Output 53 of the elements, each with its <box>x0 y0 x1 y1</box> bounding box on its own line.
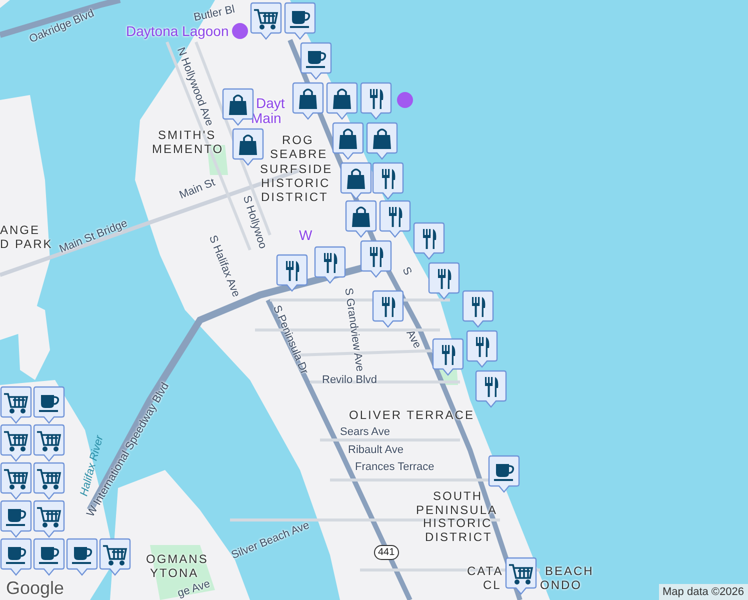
street-label: Sears Ave <box>340 426 390 438</box>
neighborhood-label: PENINSULA <box>416 504 498 518</box>
google-logo[interactable]: Google <box>6 578 64 598</box>
attraction-pin-icon[interactable] <box>397 92 413 108</box>
street-label: Revilo Blvd <box>322 374 378 386</box>
fork-knife-marker-icon[interactable] <box>462 290 494 328</box>
shopping-bag-marker-icon[interactable] <box>366 122 398 160</box>
place-label: W <box>299 228 312 244</box>
street-label: Main St <box>178 176 217 202</box>
street-label: S Grandview Ave <box>342 287 366 372</box>
neighborhood-label: ANGE <box>0 224 40 238</box>
fork-knife-marker-icon[interactable] <box>428 262 460 300</box>
shopping-bag-marker-icon[interactable] <box>326 82 358 120</box>
neighborhood-label: ROG <box>282 134 314 148</box>
neighborhood-label: MEMENTO <box>152 143 224 156</box>
street-label: ge Ave <box>176 578 212 600</box>
street-label: Ribault Ave <box>348 444 404 456</box>
fork-knife-marker-icon[interactable] <box>475 370 507 408</box>
street-label: Butler Bl <box>192 4 236 24</box>
fork-knife-marker-icon[interactable] <box>466 330 498 368</box>
map-attribution[interactable]: Map data ©2026 <box>658 584 748 600</box>
place-label: Dayt <box>256 96 285 112</box>
neighborhood-label: DISTRICT <box>261 191 328 204</box>
neighborhood-label: ONDO <box>540 579 582 592</box>
street-label: Main St Bridge <box>58 217 130 256</box>
fork-knife-marker-icon[interactable] <box>372 162 404 200</box>
coffee-cup-marker-icon[interactable] <box>284 2 316 40</box>
neighborhood-label: HISTORIC <box>261 177 330 190</box>
neighborhood-label: SEABRE <box>270 148 328 162</box>
fork-knife-marker-icon[interactable] <box>360 82 392 120</box>
cart-marker-icon[interactable] <box>99 538 131 576</box>
neighborhood-label: D PARK <box>0 238 53 252</box>
attraction-pin-icon[interactable] <box>232 23 248 39</box>
street-label: Frances Terrace <box>355 461 434 474</box>
fork-knife-marker-icon[interactable] <box>413 222 445 260</box>
street-label: Silver Beach Ave <box>230 519 312 562</box>
neighborhood-label: DISTRICT <box>425 531 492 544</box>
neighborhood-label: HISTORIC <box>423 517 492 530</box>
fork-knife-marker-icon[interactable] <box>379 200 411 238</box>
street-label: Ave <box>404 328 424 350</box>
place-label: Main <box>251 111 282 126</box>
coffee-cup-marker-icon[interactable] <box>488 455 520 493</box>
neighborhood-label: SURFSIDE <box>260 163 333 176</box>
neighborhood-label: SMITH'S <box>158 129 216 142</box>
street-label: S <box>400 265 414 278</box>
neighborhood-label: SOUTH <box>433 490 482 504</box>
neighborhood-label: BEACH <box>545 565 594 578</box>
neighborhood-label: OLIVER TERRACE <box>349 409 474 422</box>
neighborhood-label: OGMANS <box>146 553 208 566</box>
neighborhood-label: CL <box>483 579 502 592</box>
neighborhood-label: YTONA <box>150 567 199 580</box>
street-label: S Halifax Ave <box>206 234 242 299</box>
neighborhood-label: CATA <box>467 565 504 578</box>
